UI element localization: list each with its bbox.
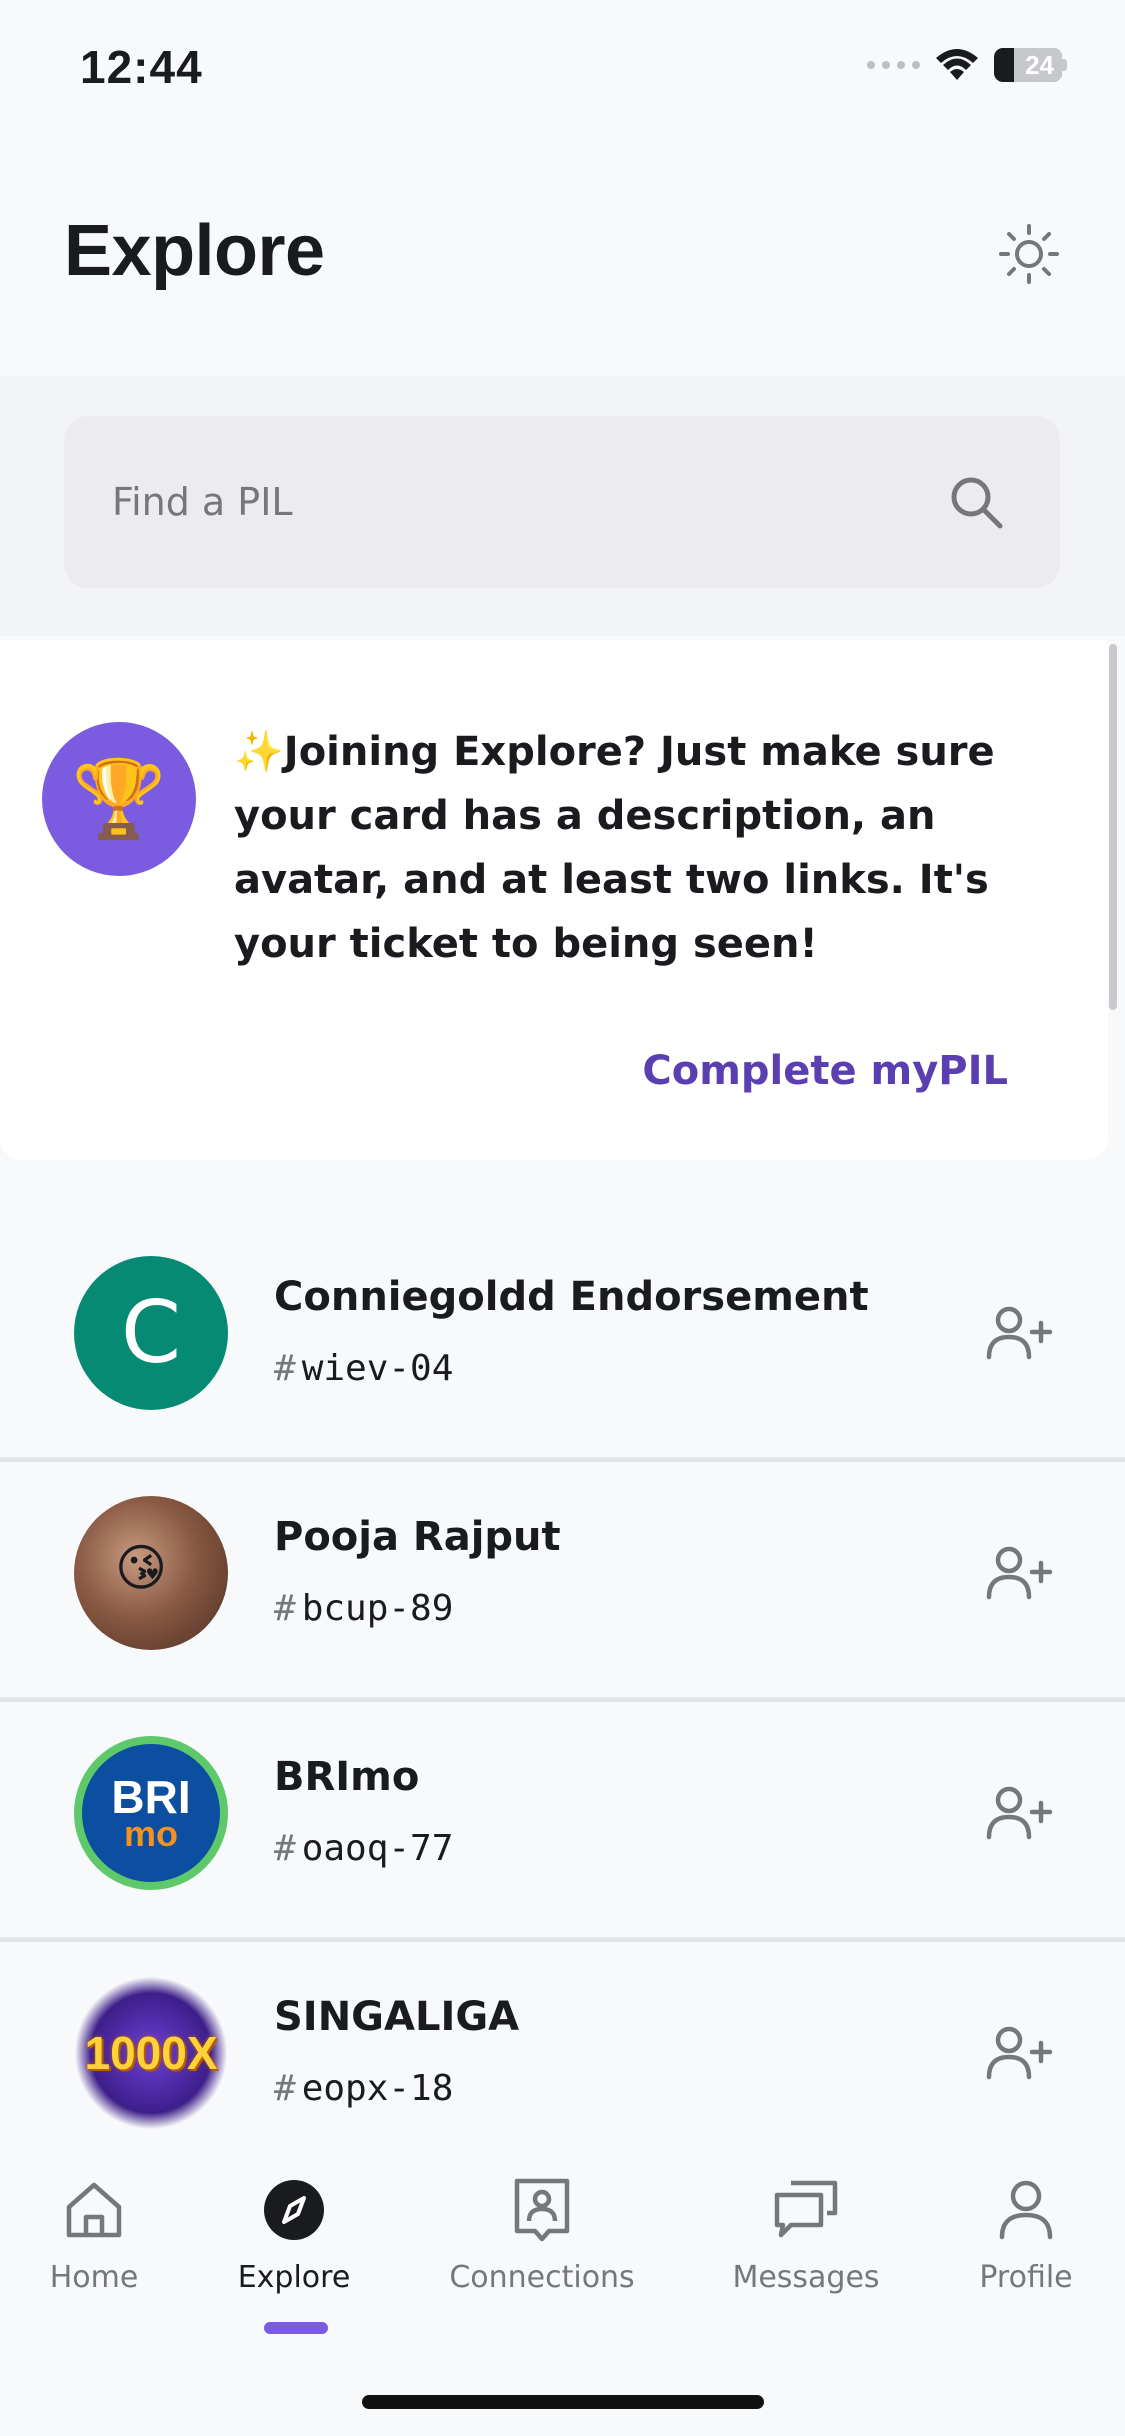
avatar-logo-bottom: mo bbox=[124, 1813, 178, 1854]
tab-profile-label: Profile bbox=[979, 2260, 1073, 2295]
search-button[interactable] bbox=[940, 466, 1012, 538]
avatar: 😘 bbox=[74, 1496, 228, 1650]
status-icons: 24 bbox=[867, 48, 1067, 82]
cellular-signal-icon bbox=[867, 61, 920, 69]
add-person-icon bbox=[986, 2026, 1053, 2080]
avatar-initial: C bbox=[120, 1283, 182, 1383]
add-connection-button[interactable] bbox=[983, 2016, 1057, 2090]
avatar: C bbox=[74, 1256, 228, 1410]
hash-icon: # bbox=[274, 1828, 296, 1869]
profile-name: Pooja Rajput bbox=[274, 1514, 561, 1560]
profile-tag: # bcup-89 bbox=[274, 1588, 453, 1629]
sun-icon bbox=[999, 224, 1059, 284]
profile-list: C Conniegoldd Endorsement # wiev-04 😘 Poo… bbox=[0, 1222, 1125, 2182]
profile-name: BRImo bbox=[274, 1754, 420, 1800]
chat-bubbles-icon bbox=[774, 2180, 838, 2238]
contact-card-icon bbox=[514, 2178, 570, 2242]
add-person-icon bbox=[986, 1306, 1053, 1360]
profile-name: Conniegoldd Endorsement bbox=[274, 1274, 869, 1320]
home-icon bbox=[66, 2182, 122, 2238]
tab-profile[interactable]: Profile bbox=[936, 2174, 1116, 2295]
banner-text: ✨Joining Explore? Just make sure your ca… bbox=[234, 729, 995, 967]
profile-tag-value: oaoq-77 bbox=[301, 1828, 454, 1869]
tab-explore-label: Explore bbox=[237, 2260, 351, 2295]
person-icon bbox=[999, 2180, 1053, 2240]
tab-explore[interactable]: Explore bbox=[204, 2174, 384, 2295]
profile-tag-value: eopx-18 bbox=[301, 2068, 454, 2109]
profile-row[interactable]: BRI mo BRImo # oaoq-77 bbox=[0, 1702, 1125, 1942]
wifi-icon bbox=[936, 49, 978, 80]
profile-tag: # wiev-04 bbox=[274, 1348, 453, 1389]
tab-connections[interactable]: Connections bbox=[449, 2174, 635, 2295]
join-explore-banner: 🏆 ✨Joining Explore? Just make sure your … bbox=[0, 640, 1108, 1160]
profile-name: SINGALIGA bbox=[274, 1994, 520, 2040]
profile-row[interactable]: C Conniegoldd Endorsement # wiev-04 bbox=[0, 1222, 1125, 1462]
hash-icon: # bbox=[274, 2068, 296, 2109]
profile-row[interactable]: 😘 Pooja Rajput # bcup-89 bbox=[0, 1462, 1125, 1702]
profile-tag: # eopx-18 bbox=[274, 2068, 453, 2109]
search-icon bbox=[951, 477, 1003, 529]
add-person-icon bbox=[986, 1546, 1053, 1600]
add-connection-button[interactable] bbox=[983, 1536, 1057, 1610]
add-connection-button[interactable] bbox=[983, 1776, 1057, 1850]
page-title: Explore bbox=[64, 211, 325, 291]
profile-tag-value: bcup-89 bbox=[301, 1588, 454, 1629]
tab-messages-label: Messages bbox=[732, 2260, 880, 2295]
avatar-logo: 1000X bbox=[84, 2027, 218, 2079]
tab-connections-label: Connections bbox=[449, 2260, 635, 2295]
scrollbar[interactable] bbox=[1109, 644, 1117, 1010]
avatar-emoji: 😘 bbox=[114, 1540, 168, 1596]
complete-mypil-link[interactable]: Complete myPIL bbox=[642, 1048, 1008, 1094]
search-input[interactable] bbox=[112, 480, 940, 524]
status-bar: 12:44 24 bbox=[0, 0, 1125, 135]
add-connection-button[interactable] bbox=[983, 1296, 1057, 1370]
hash-icon: # bbox=[274, 1588, 296, 1629]
tab-home-label: Home bbox=[49, 2260, 139, 2295]
profile-tag: # oaoq-77 bbox=[274, 1828, 453, 1869]
home-indicator[interactable] bbox=[362, 2395, 764, 2409]
profile-tag-value: wiev-04 bbox=[301, 1348, 454, 1389]
battery-level: 24 bbox=[1025, 49, 1054, 80]
avatar: BRI mo bbox=[74, 1736, 228, 1890]
battery-icon: 24 bbox=[994, 48, 1067, 82]
theme-toggle-button[interactable] bbox=[995, 220, 1063, 288]
trophy-icon: 🏆 bbox=[42, 722, 196, 876]
compass-icon bbox=[264, 2180, 324, 2240]
tab-home[interactable]: Home bbox=[4, 2174, 184, 2295]
search-box bbox=[64, 416, 1060, 588]
add-person-icon bbox=[986, 1786, 1053, 1840]
search-section bbox=[0, 376, 1125, 636]
bottom-tab-bar: Home Explore Connections Messages Profil… bbox=[0, 2140, 1125, 2436]
avatar: 1000X bbox=[74, 1976, 228, 2130]
active-tab-indicator bbox=[264, 2322, 328, 2334]
status-time: 12:44 bbox=[80, 41, 203, 93]
hash-icon: # bbox=[274, 1348, 296, 1389]
tab-messages[interactable]: Messages bbox=[716, 2174, 896, 2295]
